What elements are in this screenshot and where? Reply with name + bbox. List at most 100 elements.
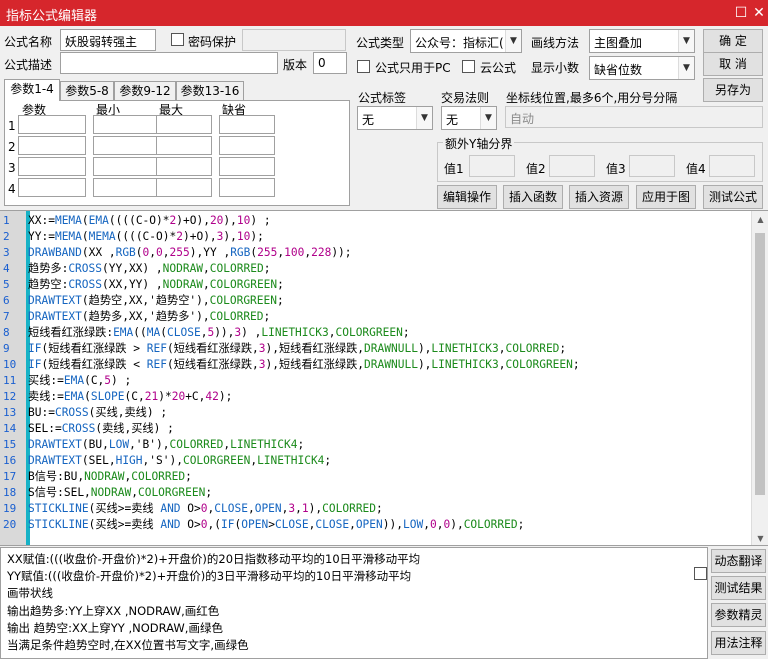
param-default-input[interactable] — [219, 157, 275, 176]
insert-function-button[interactable]: 插入函数 — [503, 185, 563, 209]
param-wizard-button[interactable]: 参数精灵 — [711, 603, 766, 627]
code-line[interactable]: 趋势多:CROSS(YY,XX) ,NODRAW,COLORRED; — [28, 261, 270, 277]
param-name-input[interactable] — [18, 178, 86, 197]
line-number: 7 — [3, 310, 10, 323]
translation-checkbox[interactable] — [694, 567, 707, 580]
formula-tag-label: 公式标签 — [358, 91, 407, 105]
code-line[interactable]: IF(短线看红涨绿跌 > REF(短线看红涨绿跌,3),短线看红涨绿跌,DRAW… — [28, 341, 566, 357]
coord-line-input[interactable]: 自动 — [505, 106, 763, 128]
code-line[interactable]: STICKLINE(买线>=卖线 AND O>0,CLOSE,OPEN,3,1)… — [28, 501, 383, 517]
coord-line-label: 坐标线位置,最多6个,用分号分隔 — [506, 91, 678, 105]
code-line[interactable]: YY:=MEMA(MEMA((((C-O)*2)+O),3),10); — [28, 229, 264, 245]
trade-rule-select[interactable]: 无 ▼ — [441, 106, 497, 130]
cancel-button[interactable]: 取 消 — [703, 52, 763, 76]
title-bar: 指标公式编辑器 ☐ ✕ — [0, 0, 768, 26]
save-as-button[interactable]: 另存为 — [703, 78, 763, 102]
close-icon[interactable]: ✕ — [748, 2, 768, 24]
test-formula-button[interactable]: 测试公式 — [703, 185, 763, 209]
ok-button[interactable]: 确 定 — [703, 29, 763, 53]
draw-method-label: 画线方法 — [531, 36, 580, 50]
line-number: 19 — [3, 502, 17, 515]
scroll-thumb[interactable] — [755, 233, 765, 495]
param-default-input[interactable] — [219, 136, 275, 155]
code-line[interactable]: B信号:BU,NODRAW,COLORRED; — [28, 469, 192, 485]
tab-params-1-4[interactable]: 参数1-4 — [4, 79, 60, 101]
cloud-formula-checkbox[interactable] — [462, 60, 475, 73]
edit-ops-button[interactable]: 编辑操作 — [437, 185, 497, 209]
vertical-scrollbar[interactable]: ▲ ▼ — [751, 211, 768, 545]
formula-desc-input[interactable] — [60, 52, 278, 74]
code-editor[interactable]: ▲ ▼ 1 XX:=MEMA(EMA((((C-O)*2)+O),20),10) … — [0, 210, 768, 546]
chevron-down-icon: ▼ — [678, 30, 694, 52]
apply-to-chart-button[interactable]: 应用于图 — [636, 185, 696, 209]
param-min-input[interactable] — [93, 136, 161, 155]
line-number: 12 — [3, 390, 17, 403]
code-line[interactable]: 趋势空:CROSS(XX,YY) ,NODRAW,COLORGREEN; — [28, 277, 284, 293]
insert-resource-button[interactable]: 插入资源 — [569, 185, 629, 209]
decimal-value: 缺省位数 — [594, 63, 643, 77]
param-max-input[interactable] — [156, 178, 212, 197]
formula-desc-label: 公式描述 — [4, 58, 53, 72]
param-min-input[interactable] — [93, 115, 161, 134]
param-name-input[interactable] — [18, 115, 86, 134]
trade-rule-label: 交易法则 — [441, 91, 490, 105]
code-line[interactable]: DRAWTEXT(趋势空,XX,'趋势空'),COLORGREEN; — [28, 293, 284, 309]
tab-params-5-8[interactable]: 参数5-8 — [60, 81, 114, 101]
param-default-input[interactable] — [219, 178, 275, 197]
translation-line: 输出趋势多:YY上穿XX ,NODRAW,画红色 — [7, 604, 220, 618]
pc-only-checkbox[interactable] — [357, 60, 370, 73]
scroll-up-icon[interactable]: ▲ — [752, 211, 768, 228]
decimal-select[interactable]: 缺省位数 ▼ — [589, 56, 695, 80]
translation-panel: XX赋值:(((收盘价-开盘价)*2)+开盘价)的20日指数移动平均的10日平滑… — [0, 547, 708, 659]
trade-rule-value: 无 — [446, 113, 459, 127]
translation-line: 画带状线 — [7, 586, 53, 600]
code-line[interactable]: 短线看红涨绿跌:EMA((MA(CLOSE,5)),3) ,LINETHICK3… — [28, 325, 410, 341]
extra-y-value-4-input — [709, 155, 755, 177]
param-max-input[interactable] — [156, 136, 212, 155]
code-line[interactable]: DRAWTEXT(趋势多,XX,'趋势多'),COLORRED; — [28, 309, 270, 325]
dynamic-translate-button[interactable]: 动态翻译 — [711, 549, 766, 573]
pc-only-label: 公式只用于PC — [375, 61, 451, 75]
param-max-input[interactable] — [156, 115, 212, 134]
line-number: 4 — [3, 262, 10, 275]
line-number: 14 — [3, 422, 17, 435]
code-line[interactable]: DRAWTEXT(BU,LOW,'B'),COLORRED,LINETHICK4… — [28, 437, 304, 453]
param-min-input[interactable] — [93, 178, 161, 197]
code-line[interactable]: IF(短线看红涨绿跌 < REF(短线看红涨绿跌,3),短线看红涨绿跌,DRAW… — [28, 357, 580, 373]
code-line[interactable]: STICKLINE(买线>=卖线 AND O>0,(IF(OPEN>CLOSE,… — [28, 517, 524, 533]
decimal-label: 显示小数 — [531, 61, 580, 75]
formula-type-select[interactable]: 公众号：指标汇( ▼ — [410, 29, 522, 53]
test-result-button[interactable]: 测试结果 — [711, 576, 766, 600]
line-number: 10 — [3, 358, 17, 371]
param-max-input[interactable] — [156, 157, 212, 176]
param-name-input[interactable] — [18, 157, 86, 176]
formula-name-input[interactable]: 妖股弱转强主 — [60, 29, 156, 51]
code-line[interactable]: 买线:=EMA(C,5) ; — [28, 373, 131, 389]
param-row-number: 3 — [8, 161, 16, 175]
scroll-down-icon[interactable]: ▼ — [752, 530, 768, 545]
code-line[interactable]: BU:=CROSS(买线,卖线) ; — [28, 405, 167, 421]
formula-tag-select[interactable]: 无 ▼ — [357, 106, 433, 130]
param-row-number: 2 — [8, 140, 16, 154]
param-name-input[interactable] — [18, 136, 86, 155]
password-checkbox[interactable] — [171, 33, 184, 46]
extra-y-value-4-label: 值4 — [686, 162, 706, 176]
line-number: 5 — [3, 278, 10, 291]
draw-method-select[interactable]: 主图叠加 ▼ — [589, 29, 695, 53]
code-line[interactable]: SEL:=CROSS(卖线,买线) ; — [28, 421, 174, 437]
formula-name-label: 公式名称 — [4, 35, 53, 49]
code-line[interactable]: DRAWBAND(XX ,RGB(0,0,255),YY ,RGB(255,10… — [28, 245, 352, 261]
tab-params-13-16[interactable]: 参数13-16 — [176, 81, 244, 101]
param-min-input[interactable] — [93, 157, 161, 176]
code-line[interactable]: XX:=MEMA(EMA((((C-O)*2)+O),20),10) ; — [28, 213, 271, 229]
usage-notes-button[interactable]: 用法注释 — [711, 631, 766, 655]
code-line[interactable]: 卖线:=EMA(SLOPE(C,21)*20+C,42); — [28, 389, 232, 405]
extra-y-value-2-label: 值2 — [526, 162, 546, 176]
version-input[interactable]: 0 — [313, 52, 347, 74]
code-line[interactable]: DRAWTEXT(SEL,HIGH,'S'),COLORGREEN,LINETH… — [28, 453, 331, 469]
formula-type-value: 公众号：指标汇( — [415, 36, 504, 50]
param-default-input[interactable] — [219, 115, 275, 134]
extra-y-value-3-input — [629, 155, 675, 177]
code-line[interactable]: S信号:SEL,NODRAW,COLORGREEN; — [28, 485, 212, 501]
tab-params-9-12[interactable]: 参数9-12 — [114, 81, 176, 101]
